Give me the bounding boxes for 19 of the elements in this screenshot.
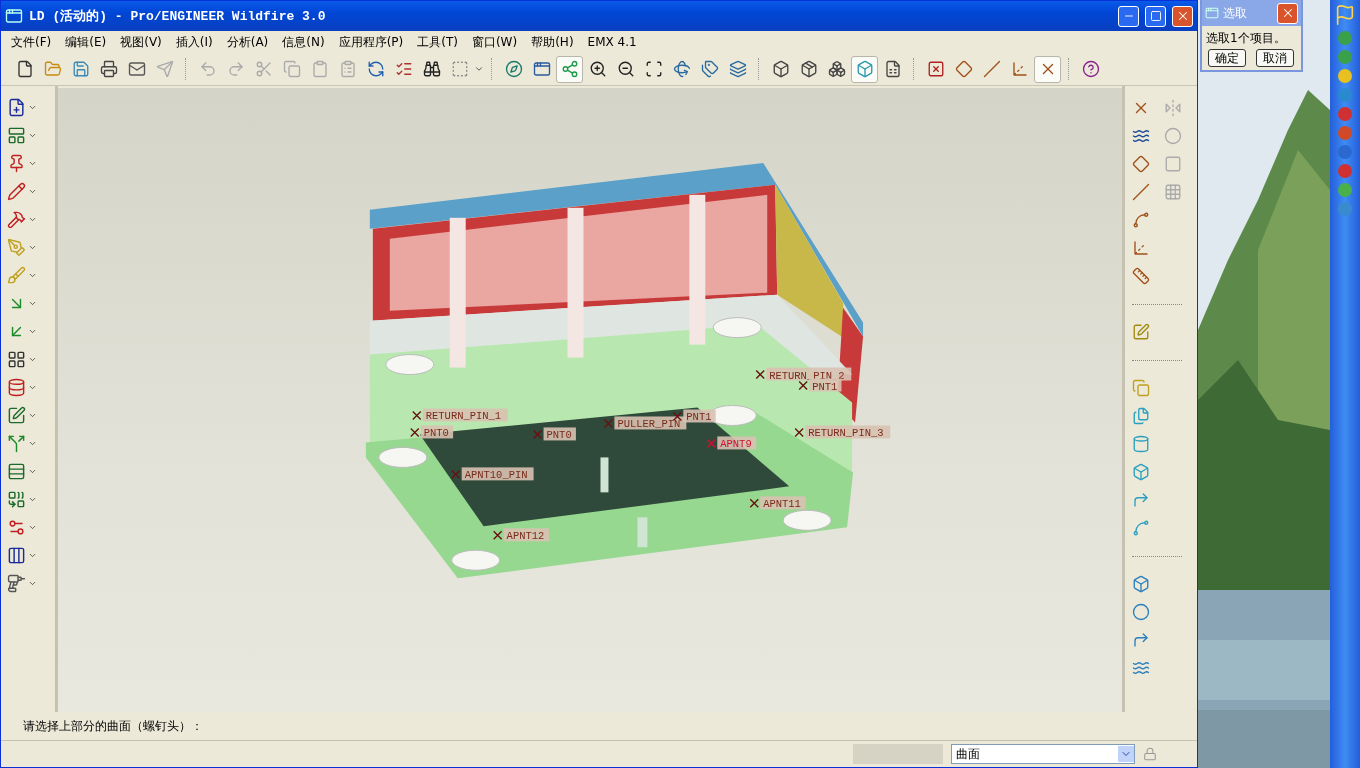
- dialog-button[interactable]: 取消: [1256, 49, 1294, 67]
- menu-item[interactable]: 应用程序(P): [332, 31, 410, 53]
- menu-item[interactable]: 分析(A): [220, 31, 275, 53]
- window-title: LD (活动的) - Pro/ENGINEER Wildfire 3.0: [29, 8, 327, 25]
- menu-item[interactable]: 帮助(H): [525, 31, 580, 53]
- menu-item[interactable]: 窗口(W): [465, 31, 524, 53]
- menu-item[interactable]: 视图(V): [114, 31, 168, 53]
- menu-item[interactable]: 插入(I): [169, 31, 219, 53]
- dialog-title: 选取: [1223, 4, 1248, 22]
- dialog-button[interactable]: 确定: [1208, 49, 1246, 67]
- filter-dropdown[interactable]: 曲面: [951, 744, 1135, 764]
- menu-item[interactable]: EMX 4.1: [581, 33, 643, 51]
- menu-item[interactable]: 编辑(E): [59, 31, 113, 53]
- menu-item[interactable]: 工具(T): [411, 31, 464, 53]
- menu-item[interactable]: 信息(N): [276, 31, 331, 53]
- graphics-area[interactable]: RETURN_PIN_2 PNT1 RETURN_PIN_1 PNT0 PNT0 PULLER_PIN PNT1 APNT9 RETURN_PIN_3 APNT10_PIN APNT11 APNT12: [58, 88, 1122, 712]
- menu-item[interactable]: 文件(F): [5, 31, 58, 53]
- message-text: 请选择上部分的曲面（螺钉头）：: [22, 717, 204, 735]
- dialog-message: 选取1个项目。: [1205, 30, 1287, 47]
